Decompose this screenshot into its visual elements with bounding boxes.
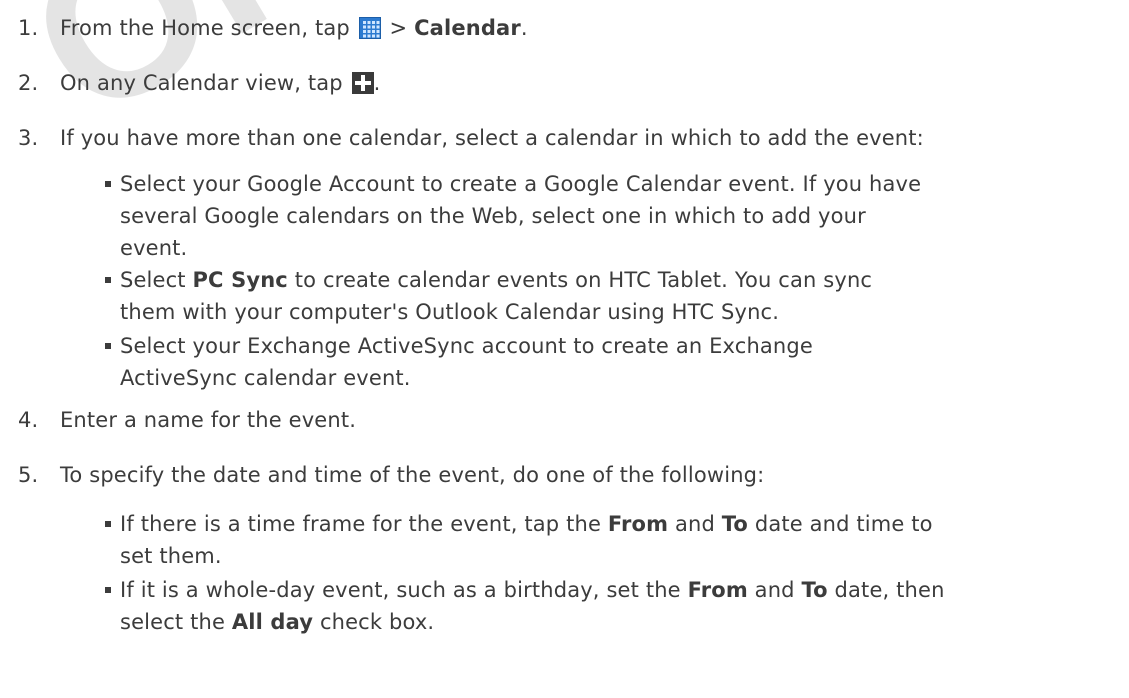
text-line: If there is a time frame for the event, … xyxy=(120,508,1129,540)
bullet-marker xyxy=(105,587,111,593)
step-text: If you have more than one calendar, sele… xyxy=(60,126,924,150)
text-run: . xyxy=(373,71,381,95)
step-text: From the Home screen, tap > Calendar. xyxy=(60,16,528,40)
bullet-marker xyxy=(105,277,111,283)
step-number: 5. xyxy=(18,463,39,487)
text-run: On any Calendar view, tap xyxy=(60,71,350,95)
bullet-text: If there is a time frame for the event, … xyxy=(120,508,1129,572)
text-run: From xyxy=(607,512,669,536)
text-line: them with your computer's Outlook Calend… xyxy=(120,300,780,324)
text-run: check box. xyxy=(313,610,435,634)
text-line: event. xyxy=(120,236,188,260)
text-line: ActiveSync calendar event. xyxy=(120,366,411,390)
text-line: Select your Google Account to create a G… xyxy=(120,172,922,196)
step-number: 1. xyxy=(18,16,39,40)
text-run: To xyxy=(801,578,828,602)
text-line: set them. xyxy=(120,544,222,568)
text-run: From xyxy=(687,578,748,602)
bullet-text: Select your Exchange ActiveSync account … xyxy=(120,330,1129,394)
step-number: 3. xyxy=(18,126,39,150)
text-run: All day xyxy=(231,610,314,634)
text-run: date and time to xyxy=(748,512,933,536)
bullet-marker xyxy=(105,181,111,187)
bullet-text: If it is a whole-day event, such as a bi… xyxy=(120,574,1129,638)
step-text: Enter a name for the event. xyxy=(60,408,357,432)
step-text: To specify the date and time of the even… xyxy=(60,463,765,487)
text-line: Select your Exchange ActiveSync account … xyxy=(120,334,813,358)
text-run: to create calendar events on HTC Tablet.… xyxy=(287,268,873,292)
text-run: If there is a time frame for the event, … xyxy=(120,512,608,536)
all-apps-grid-icon xyxy=(358,17,381,39)
text-run: Select xyxy=(120,268,193,292)
text-run: To xyxy=(721,512,749,536)
text-run: . xyxy=(520,16,528,40)
add-plus-icon xyxy=(351,72,374,94)
text-run: and xyxy=(668,512,722,536)
text-line: If it is a whole-day event, such as a bi… xyxy=(120,574,1129,606)
text-run: and xyxy=(747,578,802,602)
text-run: From the Home screen, tap xyxy=(60,16,357,40)
step-number: 4. xyxy=(18,408,39,432)
bullet-marker xyxy=(105,343,111,349)
step-number: 2. xyxy=(18,71,39,95)
text-run: Calendar xyxy=(414,16,521,40)
text-line: select the All day check box. xyxy=(120,606,1129,638)
bullet-text: Select your Google Account to create a G… xyxy=(120,168,1129,264)
text-run: select the xyxy=(120,610,232,634)
text-run: date, then xyxy=(827,578,945,602)
text-line: several Google calendars on the Web, sel… xyxy=(120,204,866,228)
text-line: Select PC Sync to create calendar events… xyxy=(120,264,1129,296)
step-text: On any Calendar view, tap . xyxy=(60,71,380,95)
bullet-marker xyxy=(105,521,111,527)
text-run: > xyxy=(382,16,415,40)
text-run: If it is a whole-day event, such as a bi… xyxy=(120,578,688,602)
bullet-text: Select PC Sync to create calendar events… xyxy=(120,264,1129,328)
text-run: PC Sync xyxy=(192,268,288,292)
